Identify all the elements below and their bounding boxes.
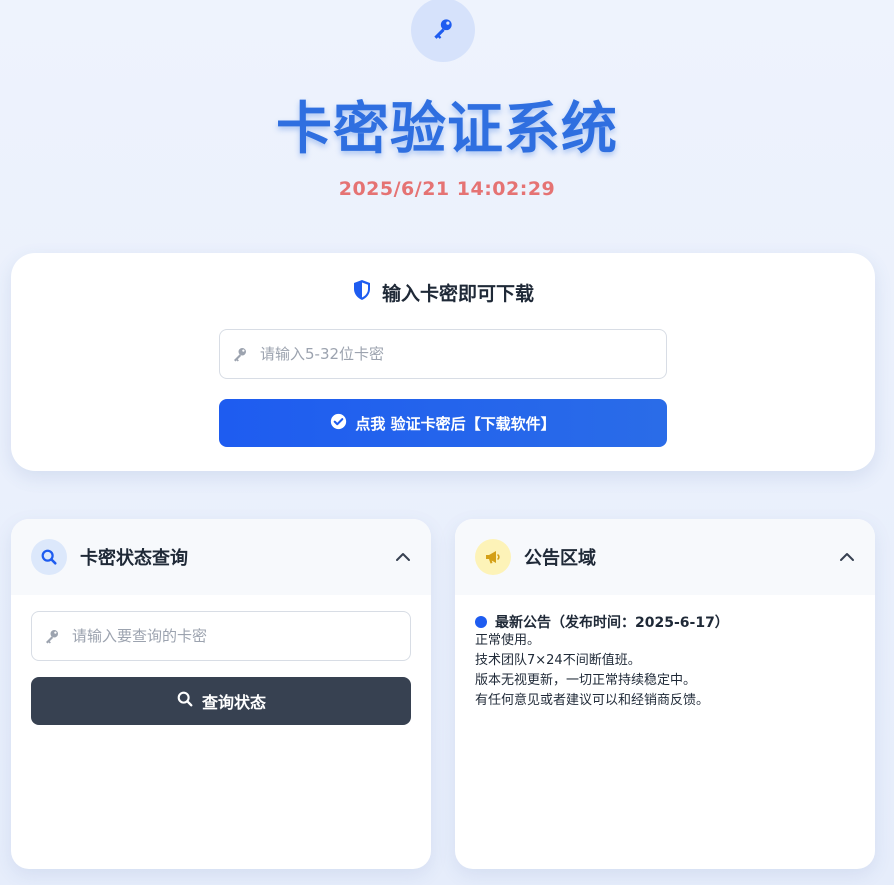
- query-panel: 卡密状态查询 查询状态: [11, 519, 431, 869]
- notice-panel: 公告区域 最新公告（发布时间：2025-6-17） 正常使用。 技术团队7×24…: [455, 519, 875, 869]
- notice-line: 版本无视更新，一切正常持续稳定中。: [475, 673, 697, 688]
- search-icon: [31, 539, 67, 575]
- query-panel-title: 卡密状态查询: [80, 548, 188, 569]
- notice-line: 技术团队7×24不间断值班。: [475, 653, 641, 668]
- card-key-input[interactable]: [260, 330, 666, 378]
- query-status-button[interactable]: 查询状态: [31, 677, 411, 725]
- check-circle-icon: [330, 413, 347, 434]
- query-status-label: 查询状态: [201, 693, 266, 712]
- search-icon: [176, 690, 194, 712]
- megaphone-icon: [475, 539, 511, 575]
- notice-line: 有任何意见或者建议可以和经销商反馈。: [475, 693, 710, 708]
- verify-download-label: 点我 验证卡密后【下载软件】: [355, 414, 556, 433]
- query-key-input[interactable]: [72, 612, 410, 660]
- notice-line: 正常使用。: [475, 633, 541, 648]
- notice-heading: 最新公告（发布时间：2025-6-17）: [475, 612, 729, 632]
- chevron-up-icon[interactable]: [395, 549, 411, 569]
- query-key-field[interactable]: [31, 611, 411, 661]
- key-icon: [220, 345, 260, 363]
- logo-badge: [411, 0, 475, 62]
- card-key-field[interactable]: [219, 329, 667, 379]
- verify-download-button[interactable]: 点我 验证卡密后【下载软件】: [219, 399, 667, 447]
- verify-card: 输入卡密即可下载 点我 验证卡密后【下载软件】: [11, 253, 875, 471]
- verify-card-title-text: 输入卡密即可下载: [381, 283, 534, 305]
- notice-heading-text: 最新公告（发布时间：2025-6-17）: [495, 615, 729, 631]
- chevron-up-icon[interactable]: [839, 549, 855, 569]
- current-datetime: 2025/6/21 14:02:29: [338, 178, 556, 200]
- notice-panel-title: 公告区域: [524, 548, 596, 569]
- shield-icon: [352, 279, 372, 306]
- key-icon: [32, 627, 72, 645]
- verify-card-title: 输入卡密即可下载: [11, 279, 875, 306]
- bullet-dot-icon: [475, 616, 487, 628]
- notice-body: 正常使用。 技术团队7×24不间断值班。 版本无视更新，一切正常持续稳定中。 有…: [475, 631, 709, 711]
- page-title: 卡密验证系统: [276, 97, 618, 162]
- key-icon: [430, 15, 456, 45]
- notice-panel-header[interactable]: 公告区域: [455, 519, 875, 595]
- query-panel-header[interactable]: 卡密状态查询: [11, 519, 431, 595]
